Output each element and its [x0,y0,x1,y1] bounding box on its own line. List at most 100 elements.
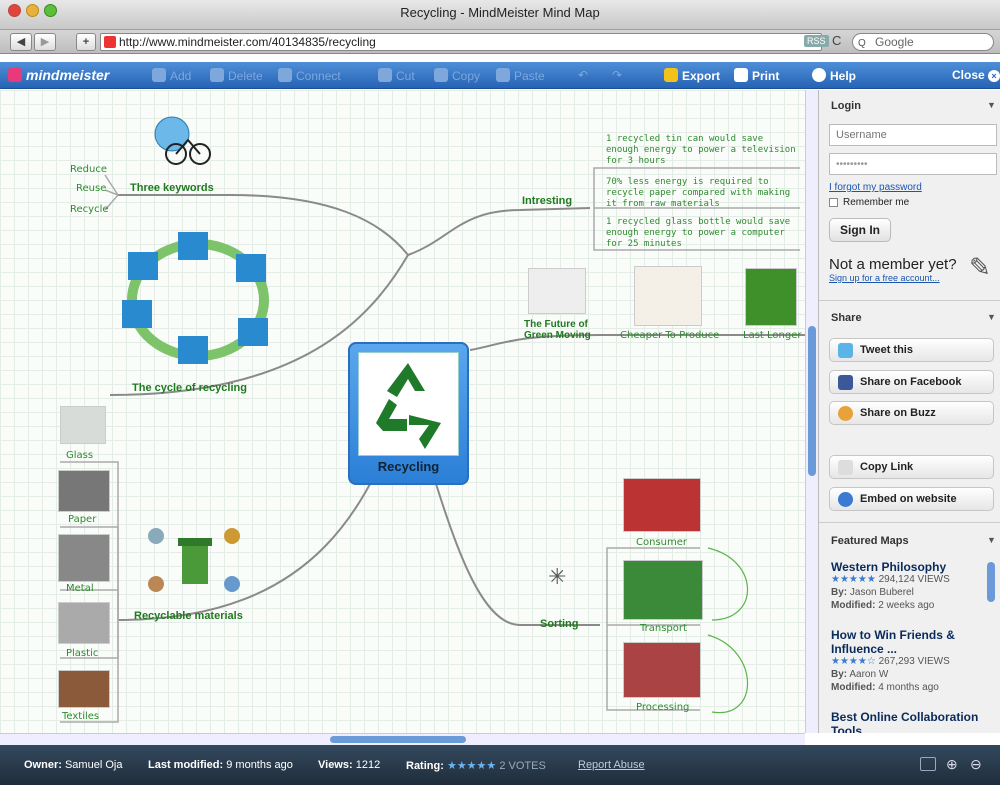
search-icon: Q [858,38,866,49]
export-button[interactable]: Export [664,68,720,83]
divider [819,300,1000,301]
window-title: Recycling - MindMeister Mind Map [400,5,600,20]
site-favicon-icon [104,36,116,48]
add-bookmark-button[interactable]: + [76,33,96,51]
search-input[interactable]: Google [852,33,994,51]
central-node[interactable]: Recycling [348,342,469,485]
material-plastic[interactable]: Plastic [66,648,98,659]
sidebar: Login ▼ ••••••••• I forgot my password R… [818,90,1000,733]
mind-map-canvas[interactable]: Recycling Three keywords Reduce Reuse Re… [0,90,805,733]
sorting-transport[interactable]: Transport [640,623,687,634]
close-button[interactable]: Close × [952,68,1000,82]
remember-me-checkbox[interactable] [829,198,838,207]
cheaper-to-produce-node[interactable]: Cheaper To Produce [620,330,719,341]
login-collapse-icon[interactable]: ▼ [987,100,996,110]
redo-icon[interactable]: ↷ [612,68,622,82]
sign-in-button[interactable]: Sign In [829,218,891,242]
material-glass[interactable]: Glass [66,450,93,461]
cut-button[interactable]: Cut [378,68,415,83]
mindmeister-logo[interactable]: mindmeister [8,67,109,83]
keyword-recycle[interactable]: Recycle [70,204,109,215]
tweet-button[interactable]: Tweet this [829,338,994,362]
keyword-reuse[interactable]: Reuse [76,183,106,194]
fit-screen-icon[interactable] [920,757,936,771]
fact-tin-can[interactable]: 1 recycled tin can would save enough ene… [606,134,796,167]
zoom-in-icon[interactable]: ⊕ [946,756,958,773]
paste-button[interactable]: Paste [496,68,545,83]
plastic-image [58,602,110,644]
material-textiles[interactable]: Textiles [62,711,99,722]
featured-collapse-icon[interactable]: ▼ [987,535,996,545]
recyclable-materials-node[interactable]: Recyclable materials [134,610,243,622]
share-section-title: Share [831,312,862,324]
energy-bulb-image [745,268,797,326]
undo-icon[interactable]: ↶ [578,68,588,82]
facebook-icon [838,375,853,390]
reload-icon[interactable]: C [832,33,841,48]
facebook-button[interactable]: Share on Facebook [829,370,994,394]
close-icon: × [988,70,1000,82]
horizontal-scroll-thumb[interactable] [330,736,466,743]
vertical-scroll-thumb[interactable] [808,326,816,476]
sorting-node[interactable]: Sorting [540,618,579,630]
cycle-of-recycling-node[interactable]: The cycle of recycling [132,382,247,394]
rss-badge[interactable]: RSS [804,35,829,47]
buzz-button[interactable]: Share on Buzz [829,401,994,425]
help-button[interactable]: Help [812,68,856,83]
featured-scroll-thumb[interactable] [987,562,995,602]
featured-map-title[interactable]: Best Online Collaboration Tools... [831,710,981,733]
intresting-node[interactable]: Intresting [522,195,572,207]
paper-image [58,470,110,512]
green-moving-boxes-image [528,268,586,314]
material-paper[interactable]: Paper [68,514,96,525]
delete-icon [210,68,224,82]
twitter-icon [838,343,853,358]
url-field[interactable]: http://www.mindmeister.com/40134835/recy… [100,33,822,51]
reduce-reuse-recycle-logo [140,108,220,168]
add-icon [152,68,166,82]
signup-link[interactable]: Sign up for a free account... [829,273,940,283]
copy-icon [434,68,448,82]
login-section-title: Login [831,100,861,112]
horizontal-scrollbar[interactable] [0,733,805,745]
share-collapse-icon[interactable]: ▼ [987,312,996,322]
username-field[interactable] [829,124,997,146]
divider [819,522,1000,523]
last-longer-node[interactable]: Last Longer [743,330,801,341]
recycling-cycle-image [118,230,278,370]
featured-map-title[interactable]: Western Philosophy [831,560,946,574]
sorting-consumer[interactable]: Consumer [636,537,687,548]
material-metal[interactable]: Metal [66,583,94,594]
featured-map-author: By: Aaron W [831,669,889,680]
back-button[interactable]: ◀ [10,33,32,51]
add-button[interactable]: Add [152,68,191,83]
central-node-label: Recycling [377,459,440,474]
fact-paper[interactable]: 70% less energy is required to recycle p… [606,177,796,210]
window-title-bar: Recycling - MindMeister Mind Map [0,0,1000,30]
print-button[interactable]: Print [734,68,779,83]
connect-button[interactable]: Connect [278,68,341,83]
sorting-processing[interactable]: Processing [636,702,689,713]
fact-glass-bottle[interactable]: 1 recycled glass bottle would save enoug… [606,217,796,250]
last-modified-info: Last modified: 9 months ago [148,759,293,771]
browser-navbar: ◀ ▶ + http://www.mindmeister.com/4013483… [0,30,1000,54]
featured-map-title[interactable]: How to Win Friends & Influence ... [831,628,971,656]
zoom-out-icon[interactable]: ⊖ [970,756,982,773]
password-field[interactable]: ••••••••• [829,153,997,175]
keyword-reduce[interactable]: Reduce [70,164,107,175]
recycle-symbol-icon [358,352,459,456]
delete-button[interactable]: Delete [210,68,263,83]
featured-map-rating: ★★★★☆ 267,293 VIEWS [831,656,950,667]
three-keywords-node[interactable]: Three keywords [130,182,214,194]
forgot-password-link[interactable]: I forgot my password [829,182,922,193]
copy-button[interactable]: Copy [434,68,480,83]
rating-info: Rating: ★★★★★ 2 VOTES [406,760,546,772]
globe-icon [838,492,853,507]
vertical-scrollbar[interactable] [805,90,818,733]
embed-button[interactable]: Embed on website [829,487,994,511]
copy-link-button[interactable]: Copy Link [829,455,994,479]
report-abuse-link[interactable]: Report Abuse [578,759,645,771]
remember-me[interactable]: Remember me [829,197,909,208]
forward-button[interactable]: ▶ [34,33,56,51]
future-green-moving-node[interactable]: The Future of Green Moving [524,319,594,341]
